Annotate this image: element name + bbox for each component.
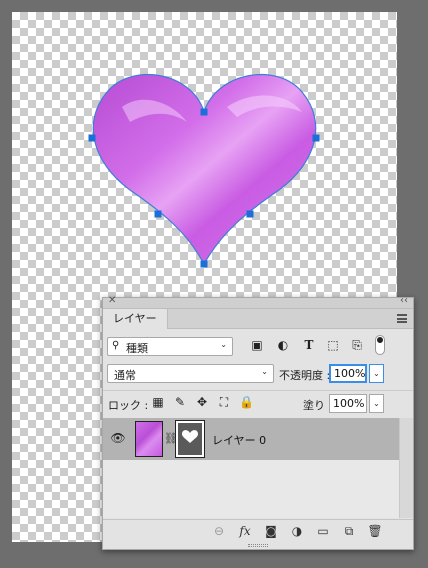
layers-panel: ✕ ‹‹ レイヤー ⚲ 種類 ⌄ ▣ ◐ T ⬚ ⎘ 通常 ⌄ 不透明度 : 1… <box>102 295 414 550</box>
visibility-eye-icon[interactable]: 👁 <box>109 431 127 447</box>
panel-footer: ⊖ fx ◙ ◑ ▭ ⧉ 🗑 <box>103 519 413 541</box>
link-layers-icon[interactable]: ⊖ <box>211 523 227 539</box>
panel-topbar: ✕ ‹‹ <box>103 295 413 309</box>
layer-mask-thumbnail[interactable] <box>175 420 205 458</box>
layer-name[interactable]: レイヤー 0 <box>212 432 266 448</box>
blend-mode-value: 通常 <box>114 369 136 382</box>
lock-row: ロック : ▦ ✎ ✥ ⛶ 🔒 塗り : 100% ⌄ <box>103 390 413 416</box>
adjustment-filter-icon[interactable]: ◐ <box>275 337 291 353</box>
anchor-point[interactable] <box>154 210 162 218</box>
chevron-down-icon: ⌄ <box>373 399 380 408</box>
collapse-icon[interactable]: ‹‹ <box>400 295 408 306</box>
chevron-down-icon: ⌄ <box>220 340 227 349</box>
smart-object-filter-icon[interactable]: ⎘ <box>349 337 365 353</box>
anchor-point[interactable] <box>88 134 96 142</box>
tab-row: レイヤー <box>103 309 413 329</box>
layer-list: 👁 ⛓ レイヤー 0 <box>103 418 399 518</box>
blend-row: 通常 ⌄ 不透明度 : 100% ⌄ <box>103 361 413 387</box>
anchor-point[interactable] <box>200 108 208 116</box>
opacity-label: 不透明度 : <box>279 369 331 382</box>
lock-transparent-icon[interactable]: ▦ <box>151 395 165 409</box>
type-filter-icon[interactable]: T <box>301 337 317 353</box>
anchor-point[interactable] <box>200 260 208 268</box>
fill-label: 塗り : <box>303 399 333 412</box>
filter-toggle[interactable] <box>375 335 385 355</box>
layer-thumbnail[interactable] <box>135 421 163 457</box>
adjustment-layer-icon[interactable]: ◑ <box>289 523 305 539</box>
fx-icon[interactable]: fx <box>237 523 253 539</box>
chevron-down-icon: ⌄ <box>261 367 268 376</box>
group-icon[interactable]: ▭ <box>315 523 331 539</box>
filter-row: ⚲ 種類 ⌄ ▣ ◐ T ⬚ ⎘ <box>103 331 413 361</box>
lock-artboard-icon[interactable]: ⛶ <box>217 395 231 409</box>
chevron-down-icon: ⌄ <box>373 369 380 378</box>
anchor-point[interactable] <box>246 210 254 218</box>
fill-input[interactable]: 100% <box>329 394 367 413</box>
resize-grip[interactable] <box>248 544 268 547</box>
tab-layers[interactable]: レイヤー <box>103 309 168 329</box>
scrollbar[interactable] <box>399 418 413 518</box>
opacity-dropdown[interactable]: ⌄ <box>369 364 384 383</box>
search-icon: ⚲ <box>112 340 120 351</box>
filter-kind-select[interactable]: ⚲ 種類 ⌄ <box>107 337 233 356</box>
panel-menu-icon[interactable] <box>397 314 407 323</box>
add-mask-icon[interactable]: ◙ <box>263 523 279 539</box>
fill-dropdown[interactable]: ⌄ <box>369 394 384 413</box>
lock-label: ロック : <box>108 399 149 412</box>
lock-paint-icon[interactable]: ✎ <box>173 395 187 409</box>
trash-icon[interactable]: 🗑 <box>367 523 383 539</box>
heart-mask-icon <box>182 430 198 443</box>
filter-kind-label: 種類 <box>126 342 148 355</box>
lock-position-icon[interactable]: ✥ <box>195 395 209 409</box>
lock-all-icon[interactable]: 🔒 <box>239 395 254 409</box>
anchor-point[interactable] <box>312 134 320 142</box>
opacity-input[interactable]: 100% <box>329 364 367 383</box>
pixel-filter-icon[interactable]: ▣ <box>249 337 265 353</box>
new-layer-icon[interactable]: ⧉ <box>341 523 357 539</box>
layer-row[interactable]: 👁 ⛓ レイヤー 0 <box>103 418 399 460</box>
shape-filter-icon[interactable]: ⬚ <box>325 337 341 353</box>
close-icon[interactable]: ✕ <box>108 295 116 306</box>
blend-mode-select[interactable]: 通常 ⌄ <box>107 364 274 383</box>
